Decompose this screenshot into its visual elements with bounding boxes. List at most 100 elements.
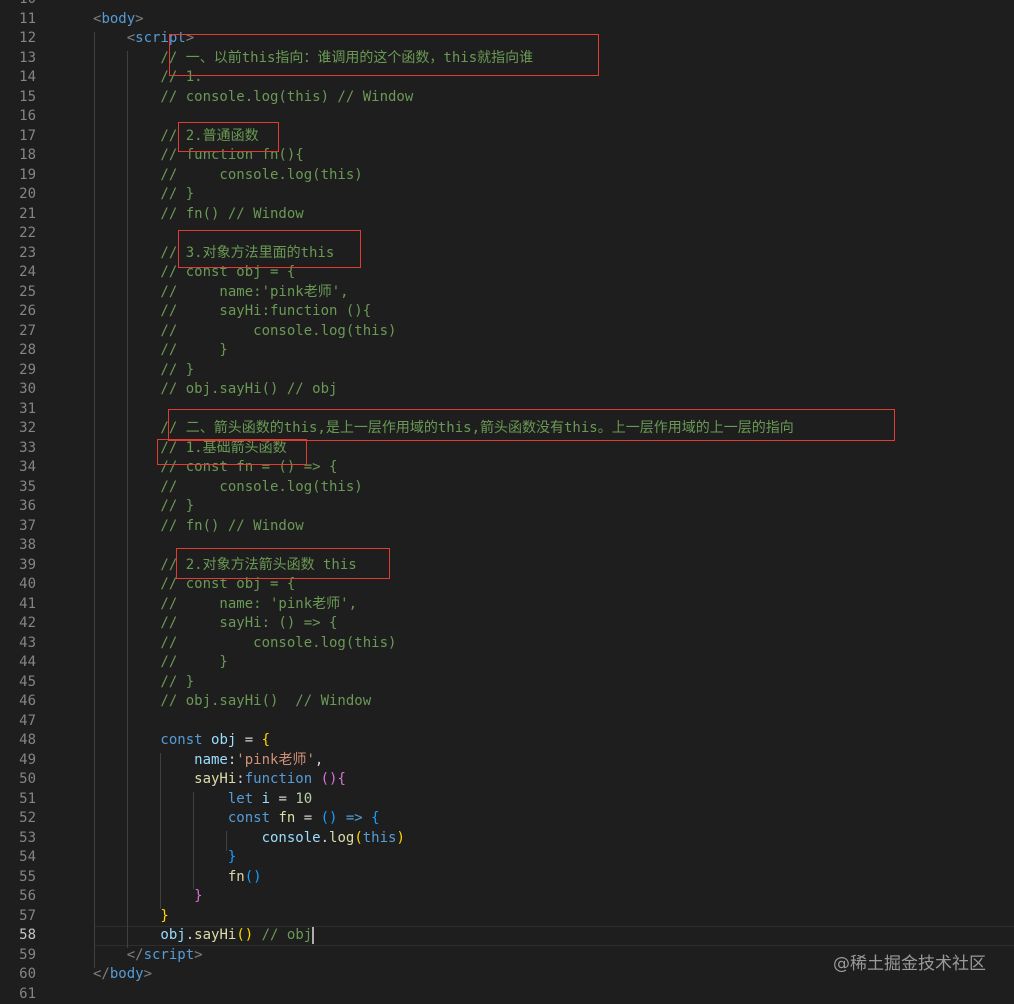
indent-guide [127, 51, 128, 948]
code-text: } [93, 887, 203, 907]
code-line[interactable]: 55 fn() [0, 868, 1014, 888]
annotation-box-basic-arrow [157, 439, 307, 465]
code-token: 10 [295, 791, 312, 807]
line-number: 58 [0, 926, 36, 946]
code-line[interactable]: 40 // const obj = { [0, 575, 1014, 595]
code-line[interactable]: 52 const fn = () => { [0, 809, 1014, 829]
code-text: // obj.sayHi() // obj [93, 380, 337, 400]
code-editor[interactable]: 1011<body>12 <script>13 // 一、以前this指向：谁调… [0, 0, 1014, 1004]
code-line[interactable]: 27 // console.log(this) [0, 322, 1014, 342]
code-text: // name: 'pink老师', [93, 595, 357, 615]
code-token: // } [93, 342, 228, 358]
code-token: // } [93, 674, 194, 690]
code-line[interactable]: 61 [0, 985, 1014, 1004]
indent-guide [160, 753, 161, 909]
code-line[interactable]: 41 // name: 'pink老师', [0, 595, 1014, 615]
line-number: 21 [0, 205, 36, 225]
indent-guide [94, 32, 95, 968]
code-line[interactable]: 45 // } [0, 673, 1014, 693]
line-number: 12 [0, 29, 36, 49]
code-token: i [262, 791, 270, 807]
code-line[interactable]: 10 [0, 0, 1014, 10]
line-number: 10 [0, 0, 36, 10]
code-line[interactable]: 49 name:'pink老师', [0, 751, 1014, 771]
code-text: const obj = { [93, 731, 270, 751]
code-line[interactable]: 39 // 2.对象方法箭头函数 this [0, 556, 1014, 576]
line-number: 25 [0, 283, 36, 303]
code-line[interactable]: 38 [0, 536, 1014, 556]
line-number: 60 [0, 965, 36, 985]
code-token: = [295, 810, 320, 826]
code-line[interactable]: 20 // } [0, 185, 1014, 205]
code-line[interactable]: 47 [0, 712, 1014, 732]
code-line[interactable]: 50 sayHi:function (){ [0, 770, 1014, 790]
code-line[interactable]: 48 const obj = { [0, 731, 1014, 751]
code-text: console.log(this) [93, 829, 405, 849]
code-line[interactable]: 24 // const obj = { [0, 263, 1014, 283]
indent-guide [226, 831, 227, 851]
code-line[interactable]: 37 // fn() // Window [0, 517, 1014, 537]
code-line[interactable]: 17 // 2.普通函数 [0, 127, 1014, 147]
code-line[interactable]: 56 } [0, 887, 1014, 907]
code-line[interactable]: 42 // sayHi: () => { [0, 614, 1014, 634]
code-text: // sayHi: () => { [93, 614, 337, 634]
code-token: // console.log(this) [93, 635, 396, 651]
code-token: { [262, 732, 270, 748]
code-text: <body> [93, 10, 144, 30]
code-token: const [93, 810, 278, 826]
code-token: </ [93, 966, 110, 982]
line-number: 26 [0, 302, 36, 322]
code-line[interactable]: 28 // } [0, 341, 1014, 361]
code-line[interactable]: 30 // obj.sayHi() // obj [0, 380, 1014, 400]
code-text: </script> [93, 946, 203, 966]
code-line[interactable]: 43 // console.log(this) [0, 634, 1014, 654]
line-number: 16 [0, 107, 36, 127]
line-number: 30 [0, 380, 36, 400]
line-number: 61 [0, 985, 36, 1004]
code-line[interactable]: 36 // } [0, 497, 1014, 517]
code-line[interactable]: 58 obj.sayHi() // obj [0, 926, 1014, 946]
code-token: body [101, 11, 135, 27]
code-line[interactable]: 51 let i = 10 [0, 790, 1014, 810]
code-token: } [93, 849, 236, 865]
code-line[interactable]: 35 // console.log(this) [0, 478, 1014, 498]
code-line[interactable]: 26 // sayHi:function (){ [0, 302, 1014, 322]
code-line[interactable]: 53 console.log(this) [0, 829, 1014, 849]
line-number: 29 [0, 361, 36, 381]
code-token: () [236, 927, 253, 943]
line-number: 28 [0, 341, 36, 361]
code-line[interactable]: 34 // const fn = () => { [0, 458, 1014, 478]
code-line[interactable]: 11<body> [0, 10, 1014, 30]
code-line[interactable]: 29 // } [0, 361, 1014, 381]
code-token: // } [93, 654, 228, 670]
code-line[interactable]: 22 [0, 224, 1014, 244]
code-line[interactable]: 15 // console.log(this) // Window [0, 88, 1014, 108]
code-line[interactable]: 54 } [0, 848, 1014, 868]
line-number: 22 [0, 224, 36, 244]
code-line[interactable]: 16 [0, 107, 1014, 127]
code-text: // } [93, 653, 228, 673]
code-text: } [93, 848, 236, 868]
code-line[interactable]: 25 // name:'pink老师', [0, 283, 1014, 303]
code-line[interactable]: 44 // } [0, 653, 1014, 673]
code-line[interactable]: 18 // function fn(){ [0, 146, 1014, 166]
code-token: const [93, 732, 211, 748]
code-text: sayHi:function (){ [93, 770, 346, 790]
code-line[interactable]: 46 // obj.sayHi() // Window [0, 692, 1014, 712]
code-line[interactable]: 33 // 1.基础箭头函数 [0, 439, 1014, 459]
line-number: 24 [0, 263, 36, 283]
line-number: 35 [0, 478, 36, 498]
code-line[interactable]: 19 // console.log(this) [0, 166, 1014, 186]
code-token: . [321, 830, 329, 846]
line-number: 37 [0, 517, 36, 537]
annotation-box-object-arrow [176, 548, 390, 579]
code-line[interactable]: 57 } [0, 907, 1014, 927]
indent-guide [193, 792, 194, 889]
code-token: // obj.sayHi() // Window [93, 693, 371, 709]
code-line[interactable]: 21 // fn() // Window [0, 205, 1014, 225]
line-number: 38 [0, 536, 36, 556]
code-text: // fn() // Window [93, 205, 304, 225]
code-token: < [93, 30, 135, 46]
code-line[interactable]: 23 // 3.对象方法里面的this [0, 244, 1014, 264]
code-token: log [329, 830, 354, 846]
